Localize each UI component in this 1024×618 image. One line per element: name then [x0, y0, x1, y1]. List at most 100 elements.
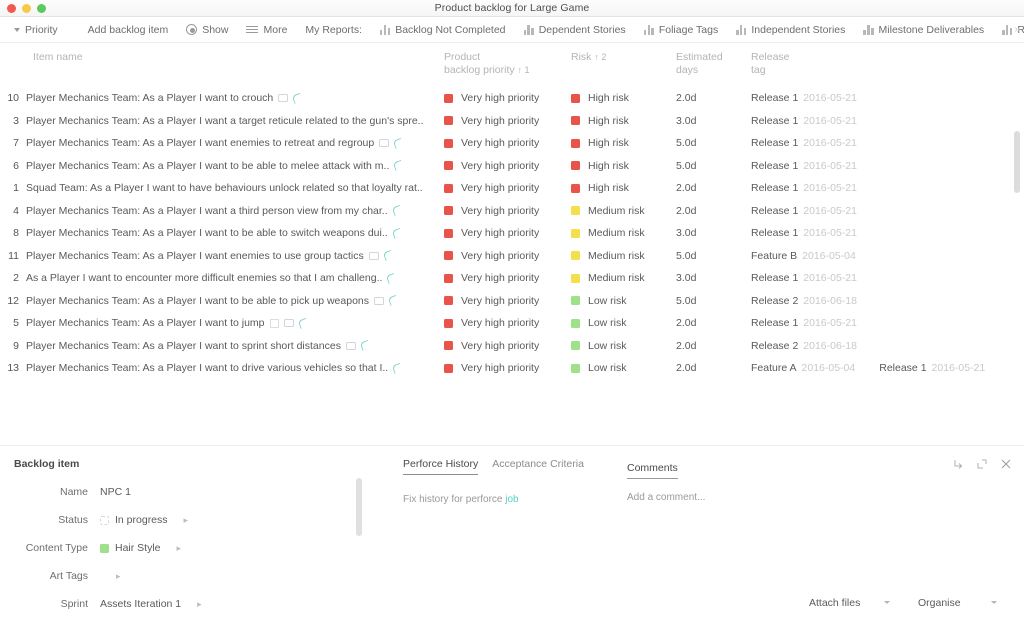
pop-out-icon[interactable]: [952, 458, 964, 470]
row-release-tag[interactable]: Release 2 2016-06-18: [751, 295, 1024, 307]
header-release-tag[interactable]: Release tag: [751, 51, 1024, 76]
row-estimated-days[interactable]: 2.0d: [676, 362, 751, 374]
row-priority[interactable]: Very high priority: [436, 317, 571, 329]
detail-field-value[interactable]: In progress ▸: [100, 514, 188, 526]
row-item-name[interactable]: Player Mechanics Team: As a Player I wan…: [26, 362, 436, 374]
note-icon[interactable]: [278, 94, 289, 103]
comment-icon[interactable]: [386, 272, 398, 285]
row-risk[interactable]: Medium risk: [571, 227, 676, 239]
chevron-right-icon[interactable]: ▸: [177, 543, 182, 554]
note-icon[interactable]: [379, 139, 390, 148]
row-estimated-days[interactable]: 5.0d: [676, 137, 751, 149]
attach-files-button[interactable]: Attach files: [809, 597, 860, 609]
row-priority[interactable]: Very high priority: [436, 205, 571, 217]
note-icon[interactable]: [283, 319, 294, 328]
row-priority[interactable]: Very high priority: [436, 250, 571, 262]
table-row[interactable]: 10 Player Mechanics Team: As a Player I w…: [0, 87, 1024, 110]
row-risk[interactable]: Medium risk: [571, 272, 676, 284]
row-release-tag[interactable]: Release 1 2016-05-21: [751, 272, 1024, 284]
table-row[interactable]: 7 Player Mechanics Team: As a Player I wa…: [0, 132, 1024, 155]
table-row[interactable]: 3 Player Mechanics Team: As a Player I wa…: [0, 110, 1024, 133]
table-row[interactable]: 13 Player Mechanics Team: As a Player I w…: [0, 357, 1024, 380]
comment-icon[interactable]: [297, 317, 309, 330]
row-release-tag[interactable]: Release 1 2016-05-21: [751, 205, 1024, 217]
toolbar-item-foliage-tags[interactable]: Foliage Tags: [635, 19, 728, 41]
table-row[interactable]: 6 Player Mechanics Team: As a Player I wa…: [0, 155, 1024, 178]
row-release-tag[interactable]: Release 1 2016-05-21: [751, 227, 1024, 239]
row-item-name[interactable]: Player Mechanics Team: As a Player I wan…: [26, 205, 436, 217]
detail-field-value[interactable]: NPC 1: [100, 486, 131, 498]
table-row[interactable]: 2 As a Player I want to encounter more di…: [0, 267, 1024, 290]
row-risk[interactable]: Low risk: [571, 362, 676, 374]
detail-vertical-scrollbar[interactable]: [356, 478, 362, 536]
row-priority[interactable]: Very high priority: [436, 137, 571, 149]
attach-files-chevron-down-icon[interactable]: [884, 601, 890, 604]
tab-perforce-history[interactable]: Perforce History: [403, 458, 479, 475]
table-vertical-scrollbar[interactable]: [1014, 131, 1020, 193]
table-row[interactable]: 12 Player Mechanics Team: As a Player I w…: [0, 290, 1024, 313]
comment-icon[interactable]: [359, 339, 372, 352]
row-priority[interactable]: Very high priority: [436, 340, 571, 352]
row-release-tag[interactable]: Release 2 2016-06-18: [751, 340, 1024, 352]
table-row[interactable]: 4 Player Mechanics Team: As a Player I wa…: [0, 200, 1024, 223]
row-estimated-days[interactable]: 5.0d: [676, 250, 751, 262]
chevron-right-icon[interactable]: ▸: [116, 571, 121, 582]
row-release-tag[interactable]: Release 1 2016-05-21: [751, 92, 1024, 104]
row-release-tag[interactable]: Release 1 2016-05-21: [751, 115, 1024, 127]
row-estimated-days[interactable]: 3.0d: [676, 227, 751, 239]
row-priority[interactable]: Very high priority: [436, 115, 571, 127]
row-risk[interactable]: Low risk: [571, 317, 676, 329]
row-risk[interactable]: Low risk: [571, 295, 676, 307]
comment-icon[interactable]: [392, 137, 405, 150]
row-item-name[interactable]: Player Mechanics Team: As a Player I wan…: [26, 227, 436, 239]
table-row[interactable]: 5 Player Mechanics Team: As a Player I wa…: [0, 312, 1024, 335]
row-priority[interactable]: Very high priority: [436, 227, 571, 239]
row-item-name[interactable]: Player Mechanics Team: As a Player I wan…: [26, 250, 436, 262]
comment-icon[interactable]: [391, 227, 403, 240]
detail-field-value[interactable]: Hair Style ▸: [100, 542, 181, 554]
toolbar-item-show[interactable]: Show: [177, 19, 237, 41]
row-estimated-days[interactable]: 2.0d: [676, 205, 751, 217]
row-item-name[interactable]: Player Mechanics Team: As a Player I wan…: [26, 115, 436, 127]
row-item-name[interactable]: Player Mechanics Team: As a Player I wan…: [26, 295, 436, 307]
tab-acceptance-criteria[interactable]: Acceptance Criteria: [492, 458, 584, 474]
header-product-backlog-priority[interactable]: Product backlog priority ↑ 1: [436, 51, 571, 76]
comment-icon[interactable]: [391, 362, 404, 375]
row-estimated-days[interactable]: 2.0d: [676, 340, 751, 352]
row-priority[interactable]: Very high priority: [436, 272, 571, 284]
row-release-tag[interactable]: Feature A 2016-05-04 Release 1 2016-05-21: [751, 362, 1024, 374]
row-estimated-days[interactable]: 3.0d: [676, 272, 751, 284]
table-row[interactable]: 9 Player Mechanics Team: As a Player I wa…: [0, 335, 1024, 358]
table-row[interactable]: 14Progression Team: As a Player I want t…: [0, 380, 1024, 382]
row-priority[interactable]: Very high priority: [436, 160, 571, 172]
row-estimated-days[interactable]: 2.0d: [676, 92, 751, 104]
row-item-name[interactable]: Player Mechanics Team: As a Player I wan…: [26, 137, 436, 149]
row-estimated-days[interactable]: 2.0d: [676, 182, 751, 194]
row-item-name[interactable]: Player Mechanics Team: As a Player I wan…: [26, 92, 436, 104]
toolbar-item-milestone-deliverables[interactable]: Milestone Deliverables: [854, 19, 993, 41]
row-priority[interactable]: Very high priority: [436, 182, 571, 194]
row-risk[interactable]: High risk: [571, 137, 676, 149]
table-row[interactable]: 1 Squad Team: As a Player I want to have …: [0, 177, 1024, 200]
row-release-tag[interactable]: Release 1 2016-05-21: [751, 160, 1024, 172]
row-estimated-days[interactable]: 5.0d: [676, 160, 751, 172]
row-priority[interactable]: Very high priority: [436, 92, 571, 104]
toolbar-item-independent-stories[interactable]: Independent Stories: [727, 19, 854, 41]
row-release-tag[interactable]: Release 1 2016-05-21: [751, 182, 1024, 194]
toolbar-item-backlog-not-completed[interactable]: Backlog Not Completed: [371, 19, 514, 41]
toolbar-item-more[interactable]: More: [237, 19, 296, 41]
comments-title[interactable]: Comments: [627, 462, 678, 479]
note-icon[interactable]: [374, 296, 384, 305]
row-estimated-days[interactable]: 3.0d: [676, 115, 751, 127]
organise-chevron-down-icon[interactable]: [991, 601, 997, 604]
organise-button[interactable]: Organise: [918, 597, 961, 609]
chevron-right-icon[interactable]: ▸: [184, 515, 189, 526]
comment-icon[interactable]: [393, 159, 405, 172]
row-risk[interactable]: High risk: [571, 160, 676, 172]
detail-field-value[interactable]: ▸: [100, 571, 121, 582]
row-risk[interactable]: High risk: [571, 115, 676, 127]
table-row[interactable]: 11 Player Mechanics Team: As a Player I w…: [0, 245, 1024, 268]
expand-icon[interactable]: [976, 458, 988, 470]
add-comment-input[interactable]: Add a comment...: [627, 492, 705, 503]
row-item-name[interactable]: Squad Team: As a Player I want to have b…: [26, 182, 436, 194]
